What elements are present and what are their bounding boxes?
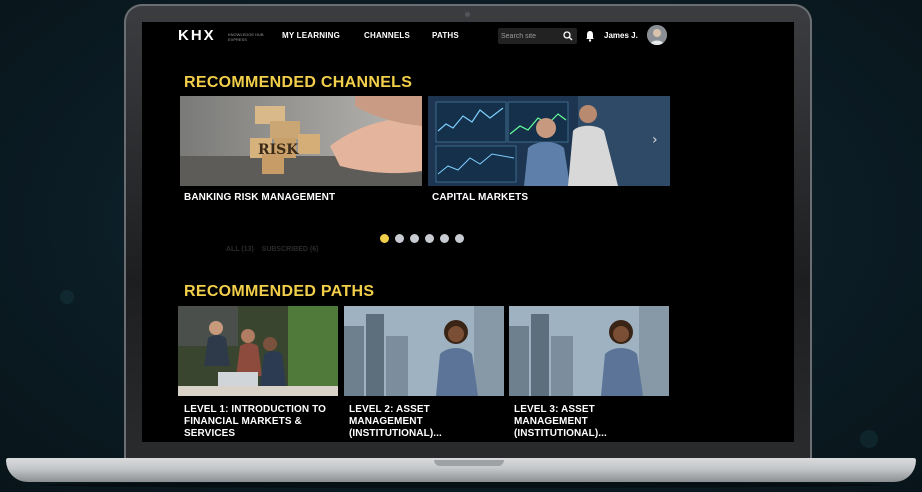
top-navigation-bar: KHX KNOWLEDGE HUB EXPRESS MY LEARNING CH… (142, 22, 794, 52)
tab-subscribed[interactable]: SUBSCRIBED (6) (262, 246, 319, 253)
background-glow-right (860, 430, 878, 448)
path-card-level-1-image[interactable] (178, 306, 338, 396)
channel-card-capital-markets-image[interactable]: › (428, 96, 670, 186)
path-card-level-3-image[interactable] (509, 306, 669, 396)
tab-all[interactable]: ALL (13) (226, 246, 254, 253)
search-icon[interactable] (563, 31, 573, 41)
webcam (465, 12, 470, 17)
path-card-level-2-image[interactable] (344, 306, 504, 396)
carousel-next-glyph[interactable]: › (652, 132, 658, 148)
bell-icon[interactable] (585, 30, 595, 42)
user-name[interactable]: James J. (604, 31, 638, 40)
carousel-dot-4[interactable] (425, 234, 434, 243)
background-glow-left (60, 290, 74, 304)
channel-card-banking-risk-image[interactable]: RISK (180, 96, 422, 186)
logo-subtitle: KNOWLEDGE HUB EXPRESS (228, 32, 264, 42)
user-avatar[interactable] (647, 25, 667, 45)
carousel-dot-3[interactable] (410, 234, 419, 243)
faded-filter-tabs: ALL (13) SUBSCRIBED (6) (226, 246, 318, 253)
nav-channels[interactable]: CHANNELS (364, 31, 410, 40)
carousel-dot-6[interactable] (455, 234, 464, 243)
recommended-channels-title: RECOMMENDED CHANNELS (184, 74, 413, 91)
recommended-paths-title: RECOMMENDED PATHS (184, 283, 375, 300)
search-box[interactable] (498, 28, 577, 44)
nav-my-learning[interactable]: MY LEARNING (282, 31, 340, 40)
path-card-level-2-label[interactable]: LEVEL 2: ASSET MANAGEMENT (INSTITUTIONAL… (349, 404, 499, 440)
carousel-dot-5[interactable] (440, 234, 449, 243)
risk-block-letters: RISK (258, 142, 299, 158)
path-card-level-1-label[interactable]: LEVEL 1: INTRODUCTION TO FINANCIAL MARKE… (184, 404, 334, 440)
path-card-level-3-label[interactable]: LEVEL 3: ASSET MANAGEMENT (INSTITUTIONAL… (514, 404, 664, 440)
laptop-notch (434, 460, 504, 466)
carousel-dot-2[interactable] (395, 234, 404, 243)
carousel-pagination (380, 234, 464, 243)
laptop-shadow (40, 482, 882, 488)
nav-paths[interactable]: PATHS (432, 31, 459, 40)
channel-card-banking-risk-label[interactable]: BANKING RISK MANAGEMENT (184, 192, 335, 204)
channel-card-capital-markets-label[interactable]: CAPITAL MARKETS (432, 192, 528, 204)
laptop-screen: KHX KNOWLEDGE HUB EXPRESS MY LEARNING CH… (142, 22, 794, 442)
khx-logo[interactable]: KHX (178, 27, 216, 44)
carousel-dot-1[interactable] (380, 234, 389, 243)
search-input[interactable] (501, 30, 559, 42)
